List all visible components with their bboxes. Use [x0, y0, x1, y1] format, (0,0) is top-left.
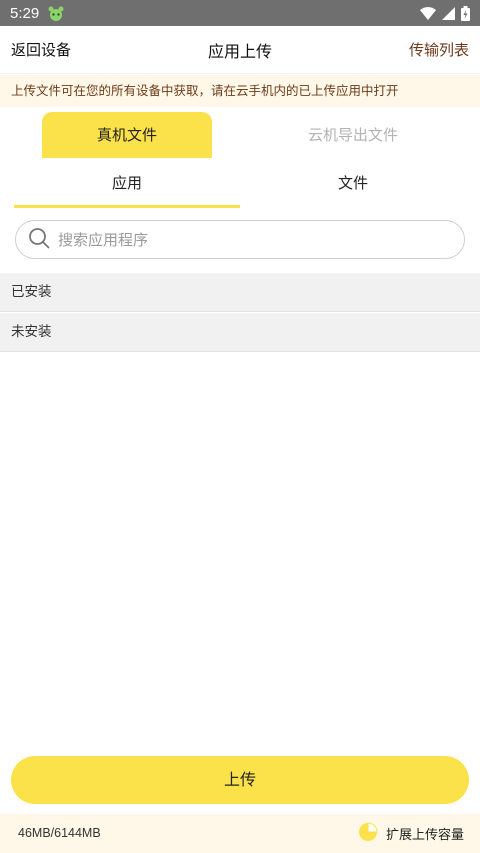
status-bar: 5:29: [0, 0, 480, 26]
status-time: 5:29: [10, 4, 40, 22]
tab-apps[interactable]: 应用: [14, 160, 240, 208]
tab-files[interactable]: 文件: [240, 160, 466, 208]
tab-cloud-export-files[interactable]: 云机导出文件: [268, 112, 438, 158]
storage-capacity: 46MB/6144MB: [18, 826, 101, 840]
expand-capacity-label: 扩展上传容量: [385, 828, 464, 843]
group-installed[interactable]: 已安装: [0, 273, 480, 312]
upload-button[interactable]: 上传: [11, 756, 469, 804]
back-to-device-button[interactable]: 返回设备: [11, 39, 71, 60]
search-input[interactable]: 搜索应用程序: [15, 220, 465, 259]
search-placeholder: 搜索应用程序: [58, 231, 149, 249]
cellular-signal-icon: [442, 6, 455, 20]
battery-icon: [461, 5, 470, 21]
active-tab-indicator: [14, 205, 240, 208]
upload-notice: 上传文件可在您的所有设备中获取，请在云手机内的已上传应用中打开: [0, 75, 480, 107]
group-not-installed[interactable]: 未安装: [0, 313, 480, 352]
pie-chart-icon: [358, 821, 378, 846]
storage-footer: 46MB/6144MB 扩展上传容量: [0, 814, 480, 853]
tab-files-label: 文件: [337, 174, 368, 192]
type-tabs: 应用 文件: [0, 160, 480, 208]
transfer-list-button[interactable]: 传输列表: [409, 39, 469, 60]
expand-capacity-button[interactable]: 扩展上传容量: [358, 814, 464, 853]
wifi-icon: [420, 6, 436, 20]
source-tabs: 真机文件 云机导出文件: [0, 112, 480, 158]
tab-apps-label: 应用: [111, 174, 142, 192]
tab-real-device-files[interactable]: 真机文件: [42, 112, 212, 158]
android-robot-icon: [47, 5, 65, 21]
top-bar: 返回设备 应用上传 传输列表: [0, 26, 480, 74]
search-icon: [28, 227, 50, 253]
